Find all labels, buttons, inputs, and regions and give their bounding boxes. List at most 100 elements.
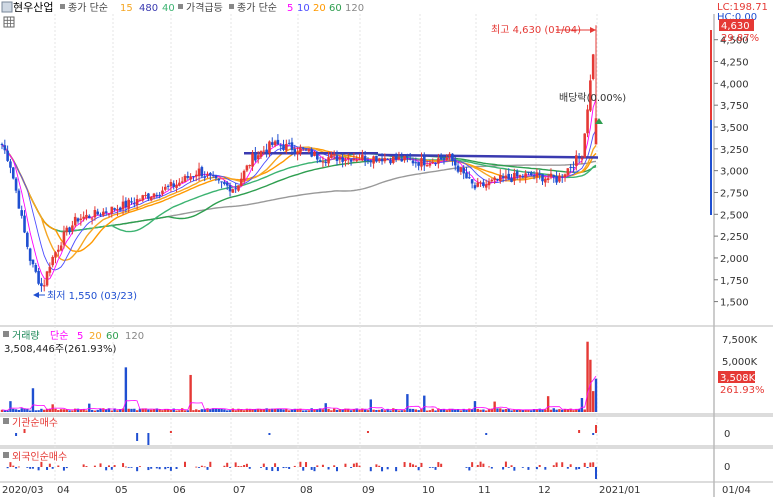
candle-body (524, 173, 527, 178)
candle-body (3, 145, 7, 151)
candle-body (513, 172, 516, 181)
ma2-period-5: 5 (287, 3, 293, 14)
candle-body (130, 201, 133, 203)
inst-settings-icon[interactable] (3, 418, 9, 424)
volume-bar (28, 410, 32, 412)
candle-body (400, 158, 404, 162)
volume-current-text: 3,508K (720, 373, 756, 384)
foreign-bar (381, 467, 384, 472)
foreign-settings-icon[interactable] (3, 452, 9, 458)
volume-bar (135, 410, 139, 412)
volume-settings-icon[interactable] (3, 331, 9, 337)
volume-bar (234, 410, 237, 412)
candle-body (369, 160, 373, 163)
volume-bar (3, 410, 7, 412)
candle-body (121, 201, 125, 210)
candle-body (48, 266, 52, 273)
candle-body (397, 157, 401, 160)
candle-body (307, 149, 311, 152)
volume-bar (575, 409, 578, 412)
foreign-bar (175, 467, 178, 469)
candle-body (166, 185, 170, 187)
foreign-bar (31, 467, 34, 469)
stock-name[interactable]: 현우산업 (13, 1, 53, 14)
candle-body (327, 157, 330, 164)
candle-body (344, 159, 347, 162)
volume-bar (93, 410, 97, 412)
current-price-text: 4,630 (721, 21, 750, 32)
inst-bar (147, 433, 150, 445)
volume-bar (552, 408, 555, 412)
volume-bar (12, 408, 15, 412)
foreign-bar (206, 467, 209, 470)
foreign-bar (305, 462, 308, 467)
candle-body (149, 196, 153, 201)
candle-body (304, 149, 308, 151)
candle-body (583, 133, 587, 158)
candle-body (521, 176, 525, 178)
foreign-bar (124, 466, 127, 468)
foreign-bar (592, 462, 595, 467)
ma-settings-icon[interactable] (60, 4, 65, 9)
foreign-bar (569, 464, 572, 467)
volume-bar (510, 410, 513, 412)
volume-bar (530, 410, 533, 412)
foreign-bar (40, 461, 43, 467)
volume-bar (544, 409, 547, 412)
candle-body (155, 194, 159, 196)
volume-bar (290, 409, 294, 412)
foreign-bar (57, 465, 60, 467)
ma-period-15: 15 (120, 3, 133, 14)
foreign-bar (229, 467, 232, 468)
foreign-bar (313, 467, 316, 472)
candlesticks[interactable] (0, 25, 598, 292)
price-tick: 3,500 (720, 123, 749, 134)
foreign-bar (465, 467, 468, 468)
foreign-bar (195, 466, 198, 468)
candle-body (375, 155, 378, 162)
surge-settings-icon[interactable] (178, 4, 183, 9)
foreign-bar (155, 467, 158, 469)
foreign-bar (412, 464, 415, 467)
candle-body (57, 249, 60, 252)
candle-body (560, 176, 564, 178)
volume-bar (414, 409, 418, 412)
price-tick: 4,000 (720, 79, 749, 90)
foreign-bar (468, 467, 471, 471)
candle-body (417, 162, 420, 166)
x-tick: 10 (422, 485, 435, 496)
volume-bar (335, 409, 339, 412)
foreign-bar (403, 462, 406, 467)
stock-selector-icon[interactable] (1, 1, 13, 13)
candle-body (251, 153, 254, 167)
volume-bar (195, 409, 198, 412)
volume-bar (85, 410, 88, 412)
volume-bar (541, 409, 544, 412)
foreign-bar (245, 463, 248, 467)
candle-body (113, 208, 116, 210)
foreign-bar (105, 467, 108, 471)
volume-bar (14, 409, 18, 412)
candle-body (380, 158, 384, 162)
candle-body (225, 182, 229, 186)
candle-body (287, 142, 291, 144)
volume-bar (54, 408, 57, 412)
candle-body (493, 177, 496, 181)
candle-body (451, 153, 454, 161)
candle-body (6, 150, 9, 161)
foreign-bar (336, 467, 339, 472)
ma-period-40: 40 (162, 3, 175, 14)
candle-body (20, 210, 24, 216)
volume-bar (434, 410, 437, 412)
volume-bar (411, 408, 415, 412)
grid-toggle-icon[interactable] (3, 16, 15, 28)
volume-bar (366, 410, 370, 412)
inst-title: 기관순매수 (12, 417, 58, 429)
candle-body (37, 270, 40, 284)
candle-body (355, 160, 359, 162)
foreign-bar (488, 466, 491, 468)
candle-body (456, 165, 460, 172)
ma2-settings-icon[interactable] (229, 4, 234, 9)
volume-bar (40, 408, 43, 412)
candle-body (141, 195, 145, 201)
